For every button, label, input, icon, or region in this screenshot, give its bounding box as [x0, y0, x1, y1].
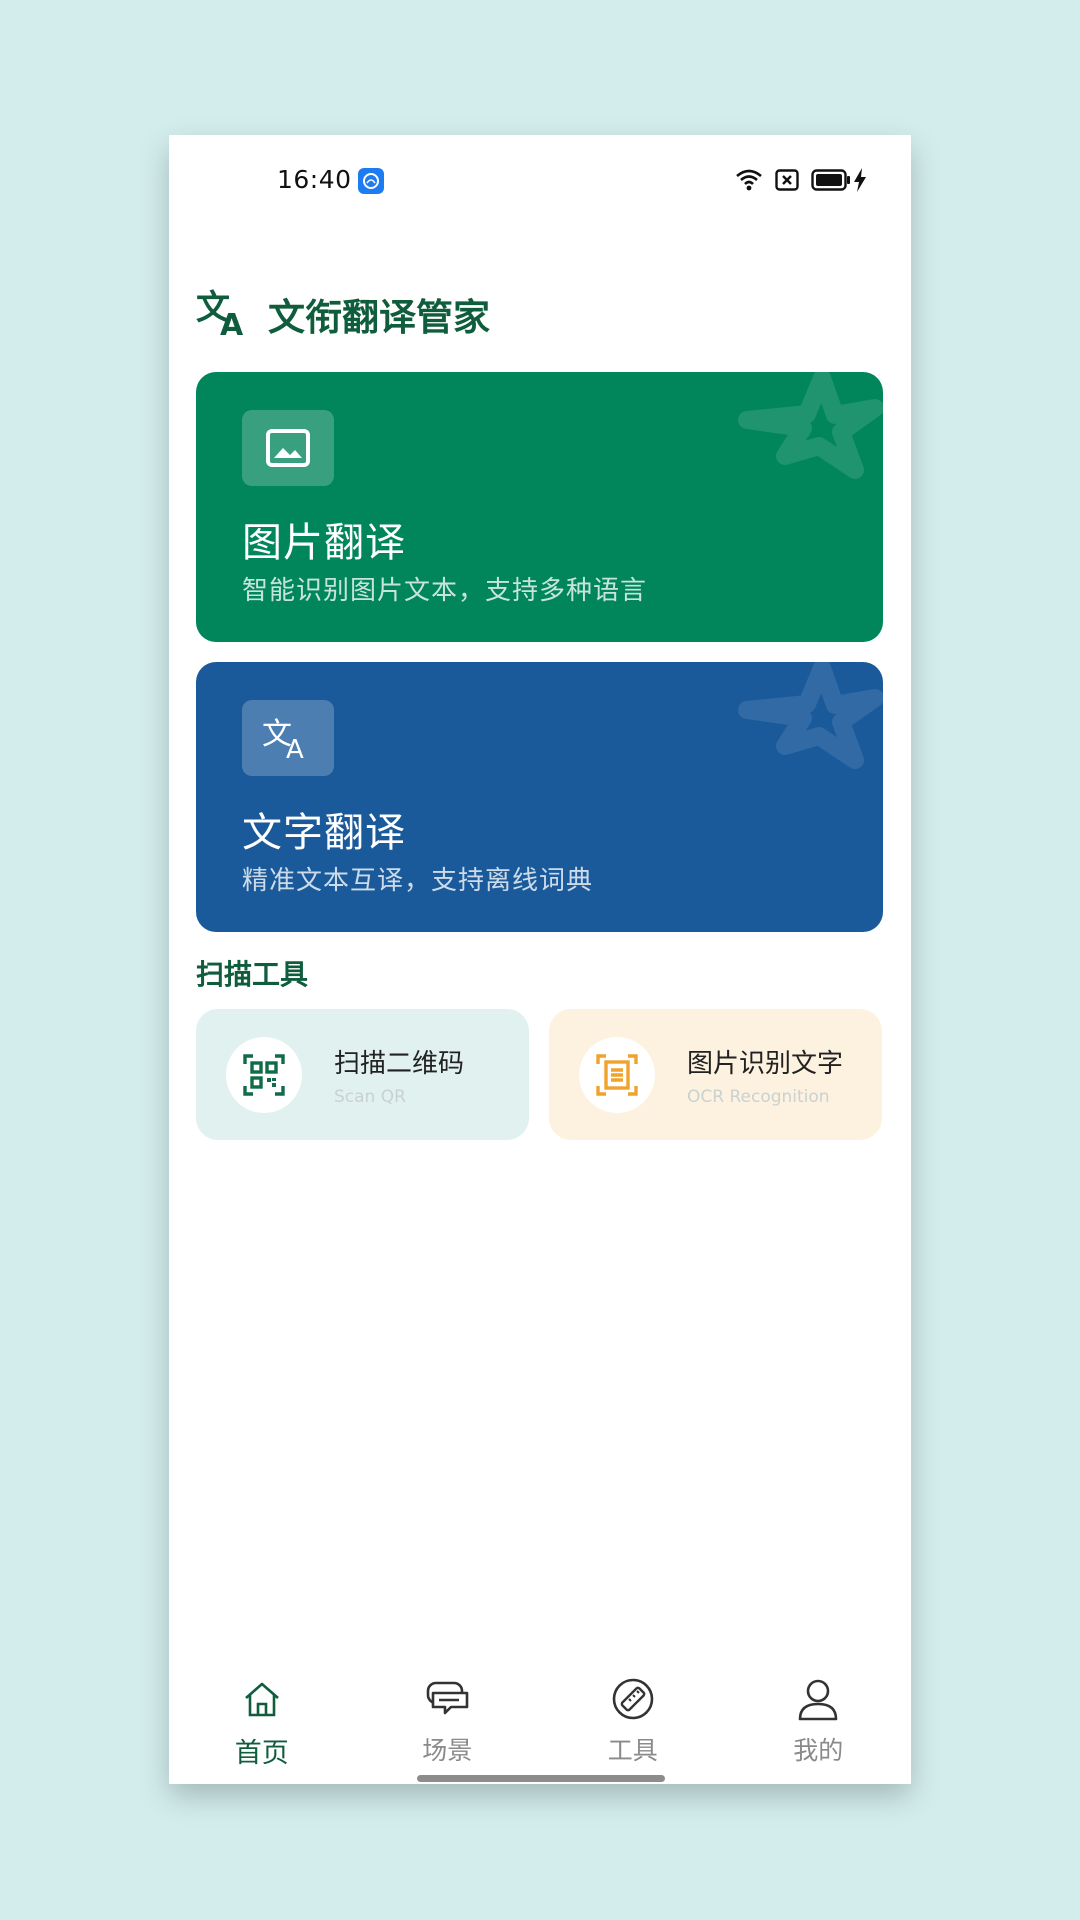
- home-indicator[interactable]: [417, 1775, 665, 1782]
- translate-icon: 文 A: [196, 287, 248, 343]
- nav-label: 场景: [422, 1736, 473, 1765]
- section-title: 扫描工具: [196, 958, 309, 991]
- card-subtitle: 智能识别图片文本，支持多种语言: [242, 576, 648, 606]
- qr-scan-icon: [226, 1037, 302, 1113]
- image-translate-card[interactable]: 图片翻译 智能识别图片文本，支持多种语言: [196, 372, 883, 642]
- chat-bubbles-icon: [425, 1675, 469, 1723]
- phone-screen: 16:40 文 A 文衔翻译管家 图片翻译 智能识别图片文本，支持多种语言 文 …: [169, 135, 911, 1784]
- home-icon: [242, 1675, 282, 1723]
- nav-item-tools[interactable]: 工具: [540, 1675, 726, 1784]
- nav-item-home[interactable]: 首页: [169, 1675, 355, 1784]
- no-sim-icon: [775, 169, 799, 195]
- app-header: 文 A 文衔翻译管家: [196, 287, 490, 343]
- wifi-icon: [735, 168, 763, 196]
- nav-item-profile[interactable]: 我的: [726, 1675, 912, 1784]
- nav-label: 我的: [793, 1736, 844, 1765]
- star-decoration-icon: [738, 662, 883, 769]
- charging-icon: [853, 168, 867, 196]
- scan-qr-button[interactable]: 扫描二维码 Scan QR: [196, 1009, 529, 1140]
- tool-title: 图片识别文字: [687, 1049, 844, 1079]
- bottom-nav: 首页 场景 工具 我的: [169, 1675, 911, 1784]
- ocr-recognition-button[interactable]: 图片识别文字 OCR Recognition: [549, 1009, 882, 1140]
- card-title: 图片翻译: [242, 520, 406, 566]
- cloud-app-icon: [358, 168, 384, 194]
- card-subtitle: 精准文本互译，支持离线词典: [242, 866, 594, 896]
- status-icons: [735, 168, 867, 196]
- star-decoration-icon: [738, 372, 883, 479]
- svg-text:A: A: [286, 735, 304, 762]
- status-time: 16:40: [277, 165, 352, 194]
- translate-icon: 文 A: [242, 700, 334, 776]
- user-icon: [797, 1675, 839, 1723]
- text-translate-card[interactable]: 文 A 文字翻译 精准文本互译，支持离线词典: [196, 662, 883, 932]
- app-title: 文衔翻译管家: [268, 296, 490, 339]
- tool-title: 扫描二维码: [334, 1049, 465, 1079]
- nav-label: 首页: [234, 1738, 289, 1769]
- ruler-icon: [611, 1675, 655, 1723]
- image-icon: [242, 410, 334, 486]
- nav-label: 工具: [607, 1736, 658, 1765]
- svg-text:A: A: [220, 308, 244, 337]
- battery-icon: [811, 169, 851, 195]
- tool-subtitle: Scan QR: [334, 1087, 406, 1107]
- ocr-scan-icon: [579, 1037, 655, 1113]
- tool-subtitle: OCR Recognition: [687, 1087, 830, 1107]
- nav-item-scenes[interactable]: 场景: [355, 1675, 541, 1784]
- card-title: 文字翻译: [242, 810, 406, 856]
